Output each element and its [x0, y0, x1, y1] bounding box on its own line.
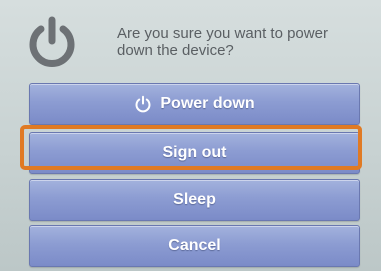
power-icon — [24, 14, 80, 70]
dialog-prompt: Are you sure you want to power down the … — [117, 25, 328, 59]
sleep-button[interactable]: Sleep — [29, 179, 360, 221]
selection-highlight — [20, 125, 362, 170]
power-dialog: Are you sure you want to power down the … — [0, 0, 381, 271]
power-down-label: Power down — [160, 95, 255, 112]
cancel-label: Cancel — [168, 237, 221, 254]
dialog-header: Are you sure you want to power down the … — [0, 0, 381, 80]
cancel-button[interactable]: Cancel — [29, 225, 360, 267]
power-icon — [134, 95, 152, 113]
power-down-button[interactable]: Power down — [29, 83, 360, 125]
sleep-label: Sleep — [173, 191, 216, 208]
